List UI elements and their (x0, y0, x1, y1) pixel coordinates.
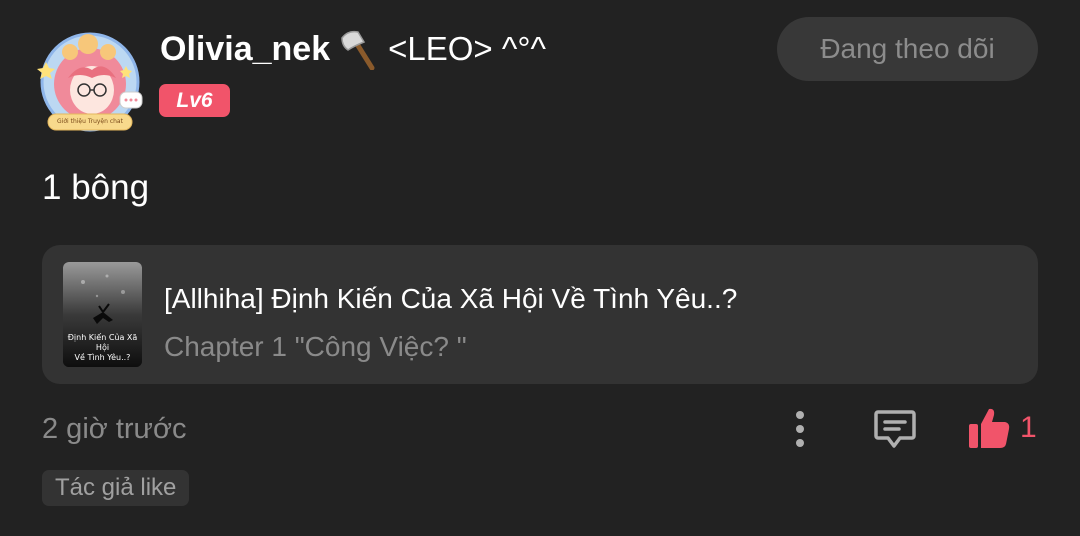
following-button[interactable]: Đang theo dõi (777, 17, 1038, 81)
story-cover-image: Định Kiến Của Xã Hội Về Tình Yêu..? (63, 262, 142, 367)
story-title: [Allhiha] Định Kiến Của Xã Hội Về Tình Y… (164, 283, 738, 314)
comment-bubble-icon (874, 410, 916, 448)
like-count: 1 (1020, 411, 1037, 444)
author-name-text: Olivia_nek (160, 29, 331, 68)
post-timestamp: 2 giờ trước (42, 413, 187, 445)
vertical-dots-icon (796, 411, 804, 447)
cover-caption-line2: Về Tình Yêu..? (74, 353, 131, 362)
story-card[interactable]: Định Kiến Của Xã Hội Về Tình Yêu..? [All… (42, 245, 1038, 384)
author-name-suffix: <LEO> ^°^ (388, 30, 547, 67)
story-cover-caption: Định Kiến Của Xã Hội Về Tình Yêu..? (63, 333, 142, 363)
axe-icon (340, 28, 378, 71)
author-name[interactable]: Olivia_nek <LEO> ^°^ (160, 28, 547, 71)
avatar-frame-text: Giới thiệu Truyện chat (57, 118, 123, 125)
level-badge: Lv6 (159, 84, 230, 117)
thumbs-up-icon (969, 408, 1010, 448)
avatar[interactable]: Giới thiệu Truyện chat (30, 22, 148, 140)
like-button[interactable]: 1 (966, 404, 1037, 452)
post-text: 1 bông (42, 168, 150, 207)
more-options-button[interactable] (780, 408, 820, 450)
story-chapter: Chapter 1 "Công Việc? " (164, 331, 467, 362)
cover-caption-line1: Định Kiến Của Xã Hội (67, 333, 138, 352)
comment-button[interactable] (872, 406, 918, 452)
author-liked-tag: Tác giả like (42, 470, 190, 506)
